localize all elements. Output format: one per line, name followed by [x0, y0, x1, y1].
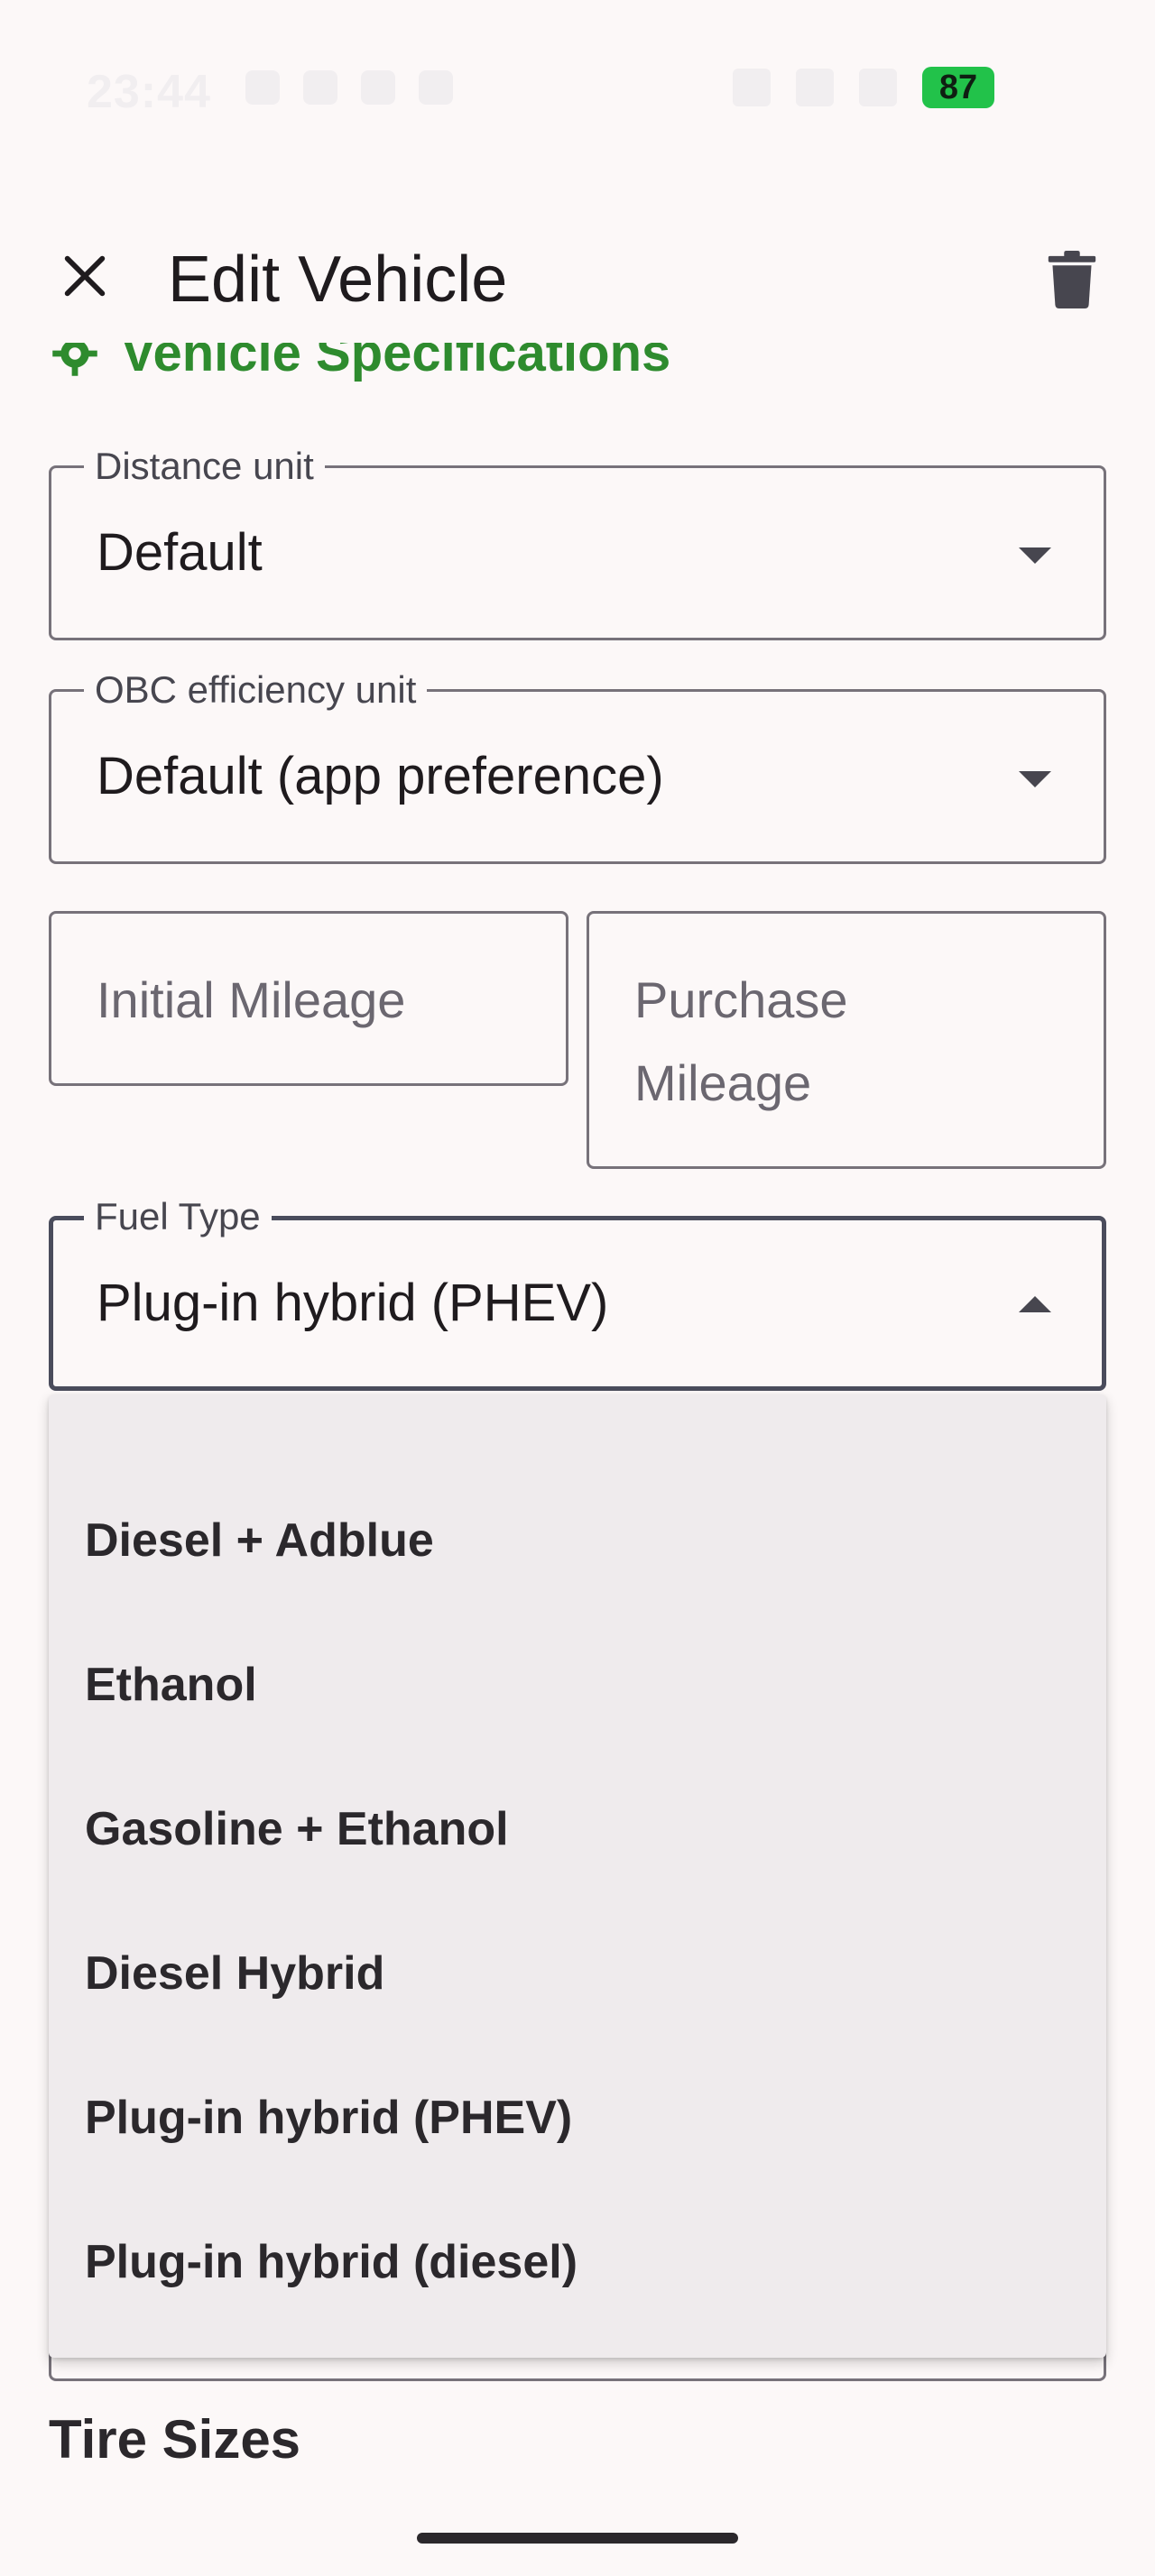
system-icons: 87	[733, 67, 994, 108]
distance-unit-select[interactable]: Distance unit Default	[49, 446, 1106, 640]
mute-icon	[733, 69, 771, 106]
close-icon	[64, 255, 106, 297]
menu-item-plugin-hybrid-phev[interactable]: Plug-in hybrid (PHEV)	[49, 2046, 1106, 2190]
section-title: Vehicle Specifications	[121, 343, 671, 382]
purchase-mileage-placeholder-line1: Purchase	[634, 971, 848, 1028]
chevron-down-icon	[1019, 771, 1051, 787]
home-indicator[interactable]	[417, 2533, 738, 2544]
tire-sizes-heading: Tire Sizes	[49, 2409, 301, 2470]
notification-icon	[419, 70, 453, 105]
purchase-mileage-input[interactable]: Purchase Mileage	[587, 911, 1106, 1169]
status-bar: 23:44 87	[0, 0, 1155, 185]
wifi-icon	[859, 69, 897, 106]
menu-item-diesel-hybrid[interactable]: Diesel Hybrid	[49, 1901, 1106, 2046]
trash-icon	[1048, 251, 1096, 308]
chevron-down-icon	[1019, 547, 1051, 564]
purchase-mileage-placeholder-line2: Mileage	[634, 1054, 812, 1111]
initial-mileage-placeholder: Initial Mileage	[97, 971, 406, 1028]
notification-icon	[303, 70, 337, 105]
initial-mileage-input[interactable]: Initial Mileage	[49, 911, 568, 1086]
obc-efficiency-unit-label: OBC efficiency unit	[84, 670, 428, 710]
purchase-mileage-placeholder: Purchase Mileage	[634, 959, 848, 1125]
menu-item-diesel-adblue[interactable]: Diesel + Adblue	[49, 1468, 1106, 1613]
page-title: Edit Vehicle	[168, 244, 508, 316]
section-header: Vehicle Specifications	[51, 343, 772, 399]
battery-indicator: 87	[922, 67, 994, 108]
fuel-type-select[interactable]: Fuel Type Plug-in hybrid (PHEV)	[49, 1197, 1106, 1391]
distance-unit-label: Distance unit	[84, 446, 325, 486]
obc-efficiency-unit-value: Default (app preference)	[97, 747, 664, 805]
distance-unit-value: Default	[97, 523, 263, 582]
status-time: 23:44	[87, 66, 211, 118]
gear-icon	[52, 343, 97, 376]
chevron-up-icon	[1019, 1296, 1051, 1312]
menu-item-gasoline-ethanol[interactable]: Gasoline + Ethanol	[49, 1757, 1106, 1901]
fuel-type-value: Plug-in hybrid (PHEV)	[97, 1274, 609, 1332]
notification-icon	[245, 70, 280, 105]
menu-item-ethanol[interactable]: Ethanol	[49, 1613, 1106, 1757]
close-button[interactable]	[51, 242, 119, 310]
obc-efficiency-unit-select[interactable]: OBC efficiency unit Default (app prefere…	[49, 670, 1106, 864]
menu-item-plugin-hybrid-diesel[interactable]: Plug-in hybrid (diesel)	[49, 2190, 1106, 2334]
notification-icon	[361, 70, 395, 105]
fuel-type-label: Fuel Type	[84, 1197, 272, 1237]
delete-button[interactable]	[1038, 245, 1106, 314]
notification-icons	[245, 70, 453, 105]
signal-icon	[796, 69, 834, 106]
fuel-type-menu: Diesel + Adblue Ethanol Gasoline + Ethan…	[49, 1394, 1106, 2358]
